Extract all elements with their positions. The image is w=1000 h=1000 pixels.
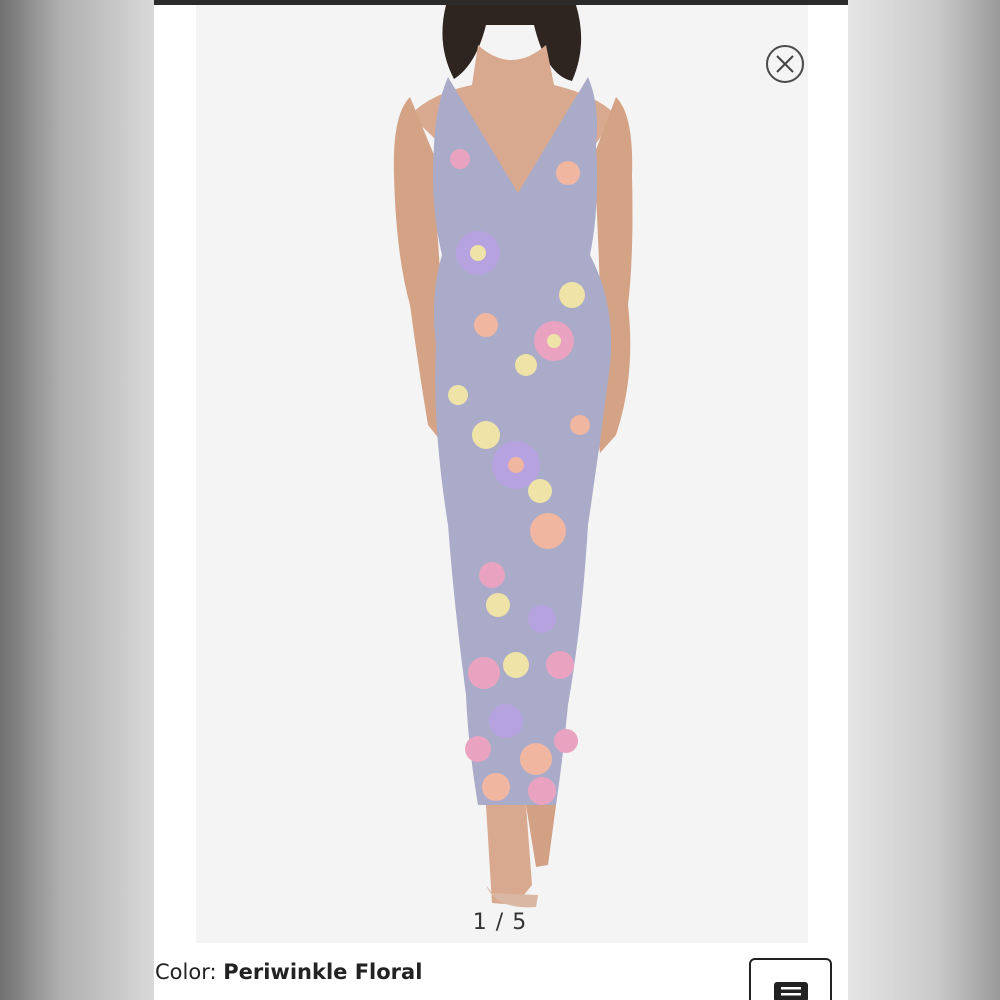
background-right (848, 0, 1000, 1000)
menu-button[interactable] (749, 958, 832, 1000)
image-pager: 1 / 5 (472, 910, 528, 935)
color-value: Periwinkle Floral (223, 960, 423, 984)
color-selection: Color: Periwinkle Floral (155, 960, 422, 984)
close-button[interactable] (766, 45, 804, 83)
close-icon (776, 55, 794, 73)
dress-illustration (393, 5, 633, 908)
background-left (0, 0, 154, 1000)
menu-icon (773, 982, 808, 1000)
product-image[interactable] (196, 5, 808, 943)
product-viewer: 1 / 5 (154, 0, 848, 1000)
color-label: Color: (155, 960, 217, 984)
